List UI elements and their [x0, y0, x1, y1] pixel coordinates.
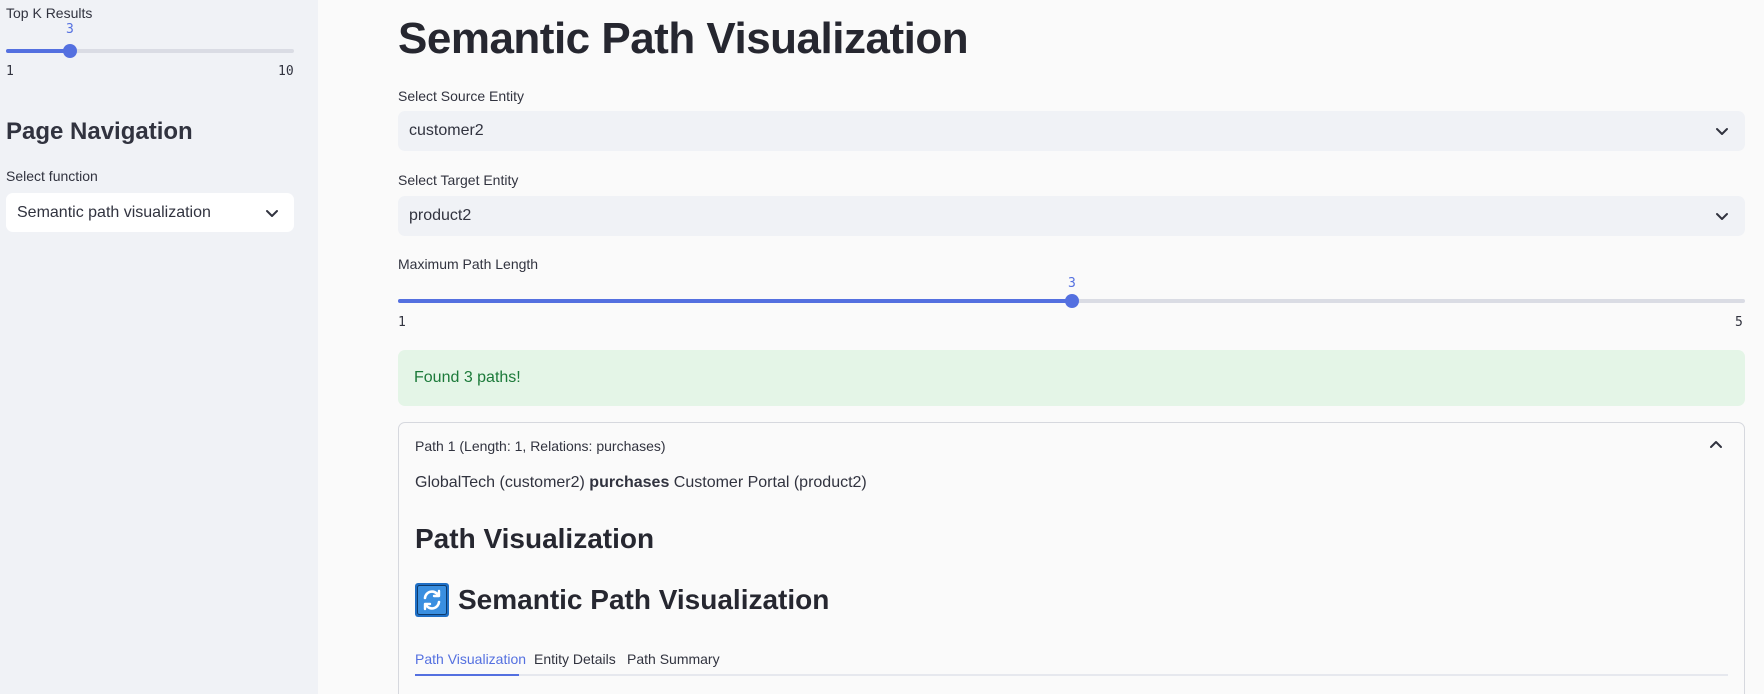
topk-min: 1: [6, 64, 14, 79]
max-path-max: 5: [1735, 315, 1743, 330]
max-path-label: Maximum Path Length: [398, 256, 539, 272]
source-entity-select[interactable]: customer2: [398, 111, 1745, 151]
tab-path-visualization[interactable]: Path Visualization: [415, 651, 526, 667]
semantic-path-heading: Semantic Path Visualization: [415, 583, 829, 617]
max-path-slider[interactable]: [398, 294, 1745, 308]
topk-max: 10: [278, 64, 294, 79]
path-visualization-heading: Path Visualization: [415, 523, 655, 554]
success-message: Found 3 paths!: [414, 369, 521, 386]
path-source: GlobalTech (customer2): [415, 474, 585, 491]
success-alert: Found 3 paths!: [398, 350, 1745, 406]
path-expander: Path 1 (Length: 1, Relations: purchases)…: [398, 422, 1745, 694]
tab-path-summary[interactable]: Path Summary: [627, 651, 720, 667]
path-relation: purchases: [589, 474, 670, 491]
chevron-down-icon: [1716, 213, 1728, 220]
sidebar: Top K Results 3 1 10 Page Navigation Sel…: [0, 0, 318, 694]
active-tab-indicator: [415, 674, 519, 676]
target-entity-select[interactable]: product2: [398, 196, 1745, 236]
function-select-value: Semantic path visualization: [17, 204, 211, 221]
page-title: Semantic Path Visualization: [398, 14, 969, 63]
max-path-slider-fill: [398, 299, 1072, 303]
chevron-down-icon: [1716, 128, 1728, 135]
max-path-min: 1: [398, 315, 406, 330]
nav-heading: Page Navigation: [6, 118, 193, 145]
main-content: Semantic Path Visualization Select Sourc…: [318, 0, 1764, 694]
max-path-value: 3: [1068, 276, 1076, 291]
topk-slider-thumb[interactable]: [63, 44, 77, 58]
source-entity-value: customer2: [409, 122, 484, 139]
semantic-path-title: Semantic Path Visualization: [458, 584, 830, 615]
target-label: Select Target Entity: [398, 172, 519, 188]
path-description: GlobalTech (customer2) purchases Custome…: [415, 474, 867, 492]
topk-value: 3: [66, 22, 74, 37]
target-entity-value: product2: [409, 207, 472, 224]
expander-header[interactable]: Path 1 (Length: 1, Relations: purchases): [415, 438, 666, 454]
function-select[interactable]: Semantic path visualization: [6, 193, 294, 232]
max-path-slider-thumb[interactable]: [1065, 294, 1079, 308]
refresh-icon: [415, 583, 449, 617]
source-label: Select Source Entity: [398, 88, 525, 104]
chevron-up-icon[interactable]: [1708, 437, 1724, 453]
chevron-down-icon: [266, 210, 278, 217]
topk-slider[interactable]: [6, 44, 294, 58]
tab-entity-details[interactable]: Entity Details: [534, 651, 616, 667]
tab-bar: Path Visualization Entity Details Path S…: [415, 646, 1728, 676]
function-label: Select function: [6, 168, 98, 184]
topk-slider-fill: [6, 49, 70, 53]
topk-label: Top K Results: [6, 5, 93, 21]
path-target: Customer Portal (product2): [673, 474, 867, 491]
